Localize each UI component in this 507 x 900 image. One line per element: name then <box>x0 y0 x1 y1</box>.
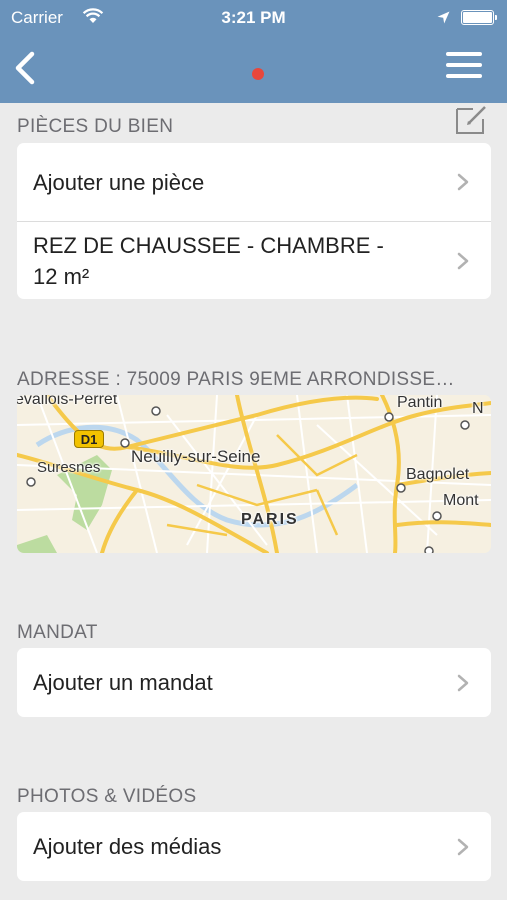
map-place-label: Neuilly-sur-Seine <box>131 447 261 466</box>
map-place-label: Mont <box>443 492 479 509</box>
address-map[interactable]: D1 evallois-Perret Pantin N Suresnes Neu… <box>17 395 491 553</box>
mandate-card: Ajouter un mandat <box>17 648 491 717</box>
chevron-right-icon <box>457 674 469 691</box>
hamburger-menu-icon[interactable] <box>446 52 482 82</box>
section-title-address: ADRESSE : 75009 PARIS 9EME ARRONDISSE… <box>17 369 455 390</box>
navigation-bar: Carrier 3:21 PM <box>0 0 507 103</box>
map-place-label: Pantin <box>397 395 443 411</box>
room-list-item[interactable]: REZ DE CHAUSSEE - CHAMBRE - 12 m² <box>17 221 491 299</box>
chevron-right-icon <box>457 252 469 269</box>
add-room-button[interactable]: Ajouter une pièce <box>17 143 491 221</box>
add-mandate-label: Ajouter un mandat <box>33 670 213 695</box>
map-place-label: N <box>472 400 484 417</box>
add-media-button[interactable]: Ajouter des médias <box>17 812 491 881</box>
road-badge: D1 <box>74 430 104 448</box>
rooms-card: Ajouter une pièce REZ DE CHAUSSEE - CHAM… <box>17 143 491 299</box>
section-title-mandate: MANDAT <box>17 622 98 643</box>
status-bar: Carrier 3:21 PM <box>0 0 507 36</box>
clock: 3:21 PM <box>221 8 286 27</box>
add-media-label: Ajouter des médias <box>33 834 222 859</box>
chevron-right-icon <box>457 173 469 191</box>
room-item-line1: REZ DE CHAUSSEE - CHAMBRE - <box>33 232 384 258</box>
map-place-label: PARIS <box>241 511 299 528</box>
room-item-line2: 12 m² <box>33 263 90 289</box>
edit-icon[interactable] <box>455 103 487 135</box>
battery-icon <box>461 10 497 25</box>
status-indicator-dot <box>252 68 264 80</box>
location-arrow-icon <box>437 11 450 24</box>
map-place-label: Bagnolet <box>406 466 470 483</box>
section-title-rooms: PIÈCES DU BIEN <box>17 116 174 137</box>
map-place-label: Suresnes <box>37 459 101 476</box>
map-place-label: evallois-Perret <box>17 395 118 408</box>
section-title-media: PHOTOS & VIDÉOS <box>17 786 197 807</box>
add-room-label: Ajouter une pièce <box>33 169 205 195</box>
add-mandate-button[interactable]: Ajouter un mandat <box>17 648 491 717</box>
media-card: Ajouter des médias <box>17 812 491 881</box>
room-item-label: REZ DE CHAUSSEE - CHAMBRE - 12 m² <box>33 230 384 292</box>
back-chevron-icon[interactable] <box>10 50 42 86</box>
chevron-right-icon <box>457 838 469 855</box>
